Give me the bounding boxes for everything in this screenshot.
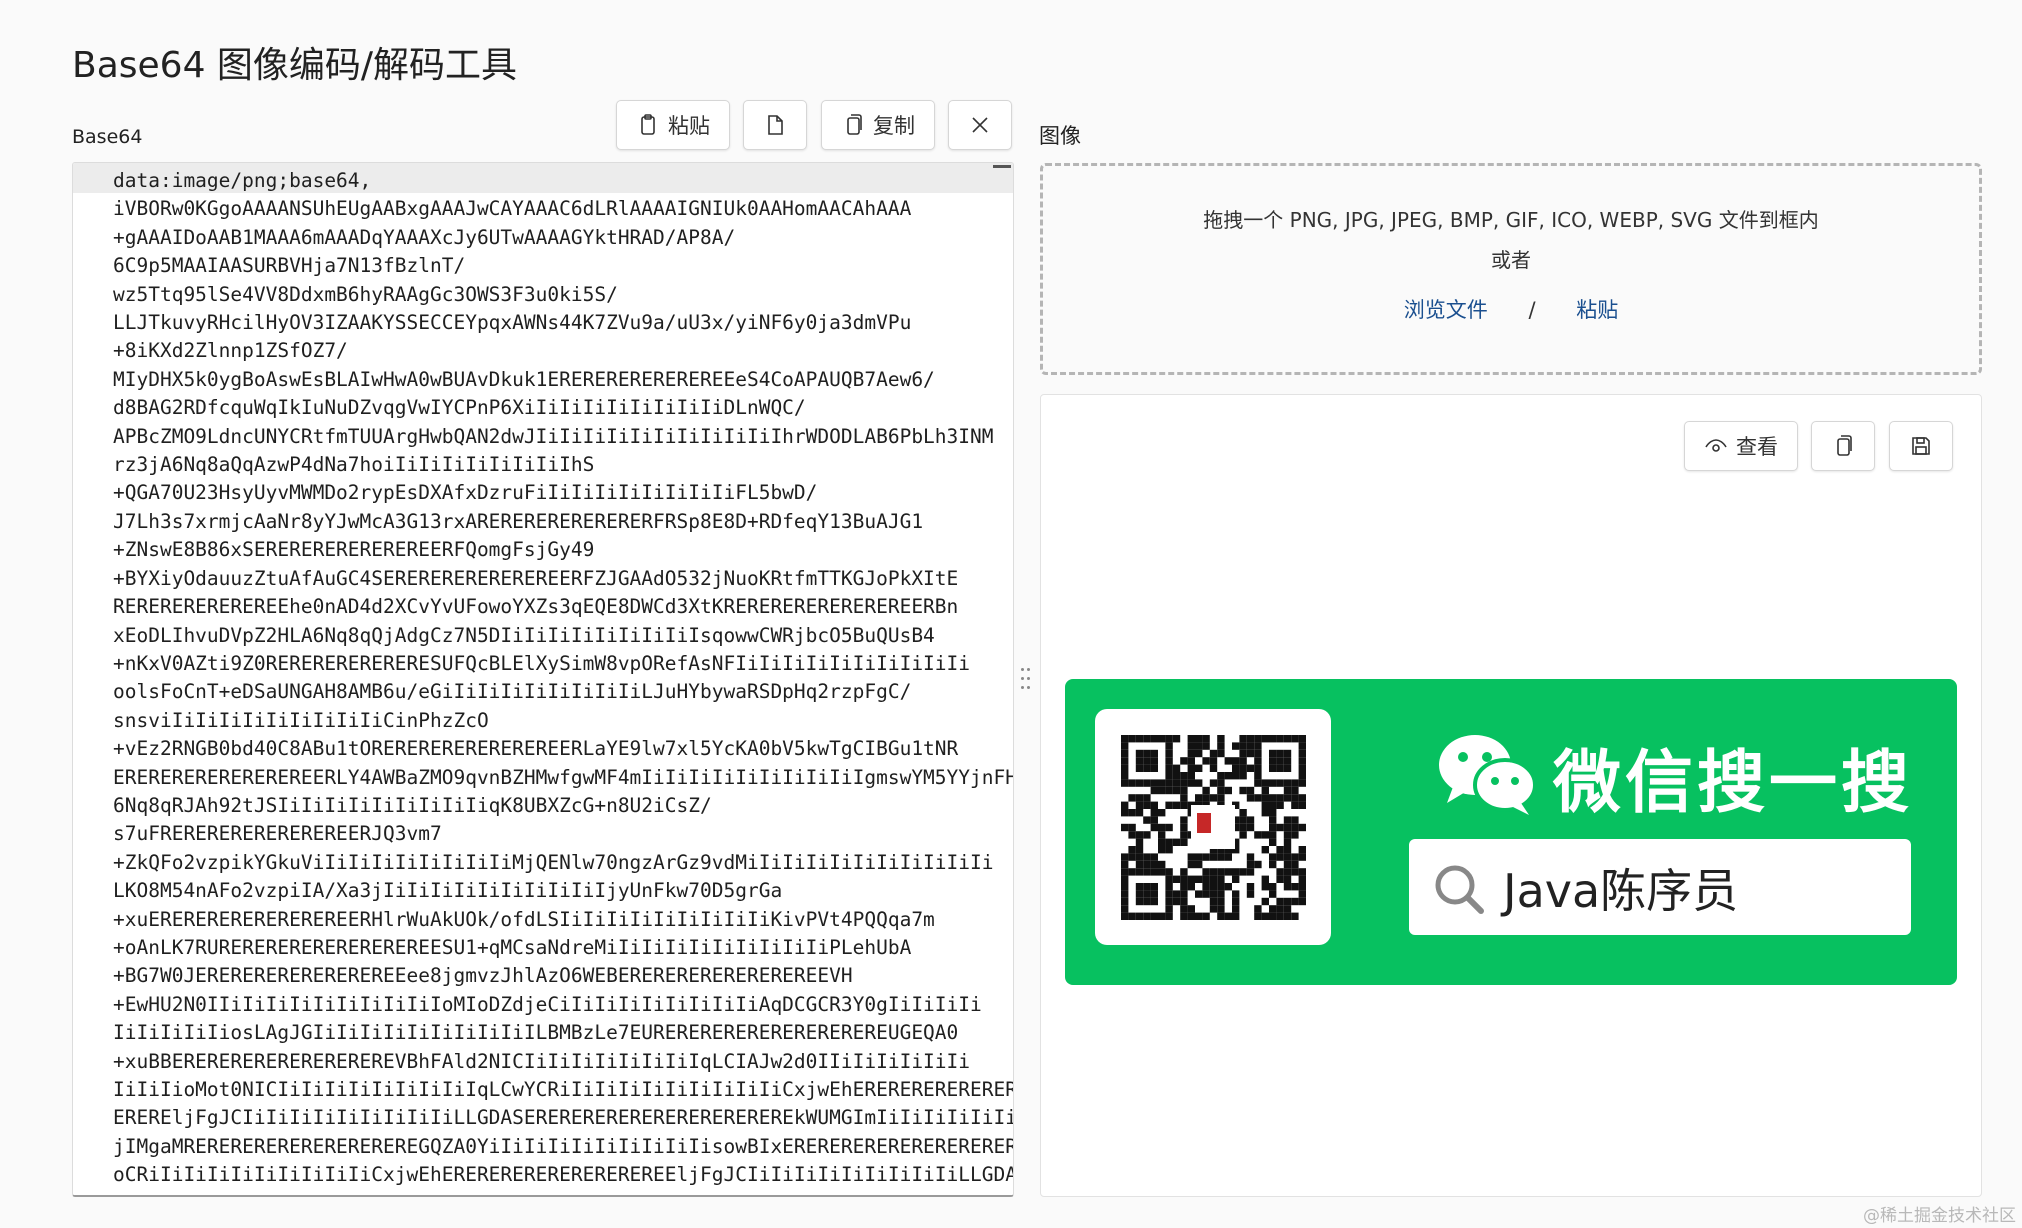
code-line: IiIiIiIiIiosLAgJGIiIiIiIiIiIiIiIiIiILBMB…	[113, 1021, 959, 1045]
code-line: LLJTkuvyRHcilHyOV3IZAAKYSSECCEYpqxAWNs44…	[113, 311, 912, 335]
file-icon	[768, 115, 783, 135]
page-title: Base64 图像编码/解码工具	[72, 45, 518, 86]
code-line: xEoDLIhvuDVpZ2HLA6Nq8qQjAdgCz7N5DIiIiIiI…	[113, 623, 935, 647]
drop-zone-actions: 浏览文件 / 粘贴	[1043, 294, 1979, 324]
code-line: +gAAAIDoAAB1MAAA6mAAADqYAAAXcJy6UTwAAAAG…	[113, 225, 736, 249]
base64-label: Base64	[72, 126, 143, 148]
copy-button-label: 复制	[873, 114, 915, 138]
code-line: jIMgaMREREREREREREREREREREGQZA0YiIiIiIiI…	[113, 1134, 1014, 1158]
code-line: snsviIiIiIiIiIiIiIiIiIiCinPhzZcO	[113, 708, 489, 732]
code-line: +xuBBEREREREREREREREREREVBhFAld2NICIiIiI…	[113, 1049, 971, 1073]
code-line: MIyDHX5k0ygBoAswEsBLAIwHwA0wBUAvDkuk1ERE…	[113, 367, 935, 391]
code-line: +vEz2RNGB0bd40C8ABu1tOREREREREREREREREER…	[113, 737, 959, 761]
code-line: APBcZMO9LdncUNYCRtfmTUUArgHwbQAN2dwJIiIi…	[113, 424, 994, 448]
view-button-label: 查看	[1736, 435, 1778, 459]
panel-splitter-handle[interactable]	[1021, 668, 1031, 692]
clipboard-icon	[641, 114, 655, 135]
code-line: EREREREREREREREREERLY4AWBaZMO9qvnBZHMwfg…	[113, 765, 1014, 789]
browse-files-link[interactable]: 浏览文件	[1404, 298, 1488, 322]
code-line: +oAnLK7RUREREREREREREREREREESU1+qMCsaNdr…	[113, 935, 912, 959]
base64-textarea[interactable]: data:image/png;base64, iVBORw0KGgoAAAANSU…	[72, 162, 1014, 1197]
code-line: +nKxV0AZti9Z0RERERERERERERESUFQcBLElXySi…	[113, 651, 971, 675]
qr-code-icon	[1121, 735, 1306, 920]
code-line: J7Lh3s7xrmjcAaNr8yYJwMcA3G13rxARERERERER…	[113, 509, 924, 533]
paste-button-label: 粘贴	[668, 114, 710, 138]
drop-hint: 拖拽一个 PNG, JPG, JPEG, BMP, GIF, ICO, WEBP…	[1203, 208, 1819, 232]
code-line: REREREREREREREEhe0nAD4d2XCvYvUFowoYXZs3q…	[113, 595, 959, 619]
save-icon	[1912, 437, 1930, 455]
code-line: d8BAG2RDfcquWqIkIuNuDZvqgVwIYCPnP6XiIiIi…	[113, 396, 806, 420]
decoded-image: 微信搜一搜 Java陈序员	[1065, 679, 1957, 985]
banner-title: 微信搜一搜	[1553, 744, 1914, 823]
code-line: oolsFoCnT+eDSaUNGAH8AMB6u/eGiIiIiIiIiIiI…	[113, 680, 912, 704]
open-file-button[interactable]	[743, 100, 807, 150]
code-line: LKO8M54nAFo2vzpiIA/Xa3jIiIiIiIiIiIiIiIiI…	[113, 879, 783, 903]
code-line: EREREljFgJCIiIiIiIiIiIiIiIiIiLLGDASERERE…	[113, 1106, 1014, 1130]
paste-button[interactable]: 粘贴	[616, 100, 730, 150]
scrollbar-thumb[interactable]	[993, 165, 1011, 168]
search-icon	[1435, 865, 1484, 914]
code-line: wz5Ttq95lSe4VV8DdxmB6hyRAAgGc3OWS3F3u0ki…	[113, 282, 618, 306]
save-image-button[interactable]	[1889, 421, 1953, 471]
wechat-logo-icon	[1439, 735, 1537, 815]
code-line: iVBORw0KGgoAAAANSUhEUgAABxgAAAJwCAYAAAC6…	[113, 197, 912, 221]
code-line: rz3jA6Nq8aQqAzwP4dNa7hoiIiIiIiIiIiIiIiIh…	[113, 453, 595, 477]
view-button[interactable]: 查看	[1684, 421, 1798, 471]
code-line: +8iKXd2Zlnnp1ZSfOZ7/	[113, 339, 348, 363]
eye-icon	[1705, 439, 1727, 452]
code-line: +QGA70U23HsyUyvMWMDo2rypEsDXAfxDzruFiIiI…	[113, 481, 818, 505]
paste-link[interactable]: 粘贴	[1576, 298, 1618, 322]
code-line: 6Nq8qRJAh92tJSIiIiIiIiIiIiIiIiIiqK8UBXZc…	[113, 793, 712, 817]
banner-search-box: Java陈序员	[1409, 839, 1911, 935]
copy-icon	[847, 114, 862, 135]
image-preview-panel: 查看 微信搜一搜 Java陈序员	[1040, 394, 1982, 1197]
image-label: 图像	[1039, 124, 1081, 148]
or-text: 或者	[1491, 248, 1531, 272]
code-line: +xuEREREREREREREREREERHlrWuAkUOk/ofdLSIi…	[113, 907, 935, 931]
drop-zone[interactable]: 拖拽一个 PNG, JPG, JPEG, BMP, GIF, ICO, WEBP…	[1040, 163, 1982, 375]
code-line: +EwHU2N0IIiIiIiIiIiIiIiIiIiIoMIoDZdjeCiI…	[113, 992, 982, 1016]
code-line: oCRiIiIiIiIiIiIiIiIiIiCxjwEhERERERERERER…	[113, 1163, 1014, 1187]
banner-search-text: Java陈序员	[1503, 864, 1739, 918]
link-separator: /	[1528, 298, 1536, 322]
code-line: IiIiIioMot0NICIiIiIiIiIiIiIiIiIqLCwYCRiI…	[113, 1078, 1014, 1101]
close-icon	[972, 117, 988, 133]
copy-icon	[1837, 435, 1852, 456]
code-line: +BG7W0JEREREREREREREREREEee8jgmvzJhlAzO6…	[113, 964, 853, 988]
code-line: s7uFREREREREREREREREERJQ3vm7	[113, 822, 442, 846]
clear-button[interactable]	[948, 100, 1012, 150]
qr-code-card	[1095, 709, 1331, 945]
watermark: @稀土掘金技术社区	[1863, 1206, 2016, 1226]
copy-button[interactable]: 复制	[821, 100, 935, 150]
code-line: data:image/png;base64,	[113, 169, 372, 192]
copy-image-button[interactable]	[1811, 421, 1875, 471]
code-line: +BYXiyOdauuzZtuAfAuGC4SEREREREREREREREER…	[113, 566, 959, 590]
code-line: 6C9p5MAAIAASURBVHja7N13fBzlnT/	[113, 254, 466, 278]
base64-text: data:image/png;base64, iVBORw0KGgoAAAANSU…	[113, 167, 1014, 1190]
code-line: +ZkQFo2vzpikYGkuViIiIiIiIiIiIiIiIiMjQENl…	[113, 850, 994, 874]
code-line: +ZNswE8B86xSEREREREREREREREERFQomgFsjGy4…	[113, 538, 595, 562]
